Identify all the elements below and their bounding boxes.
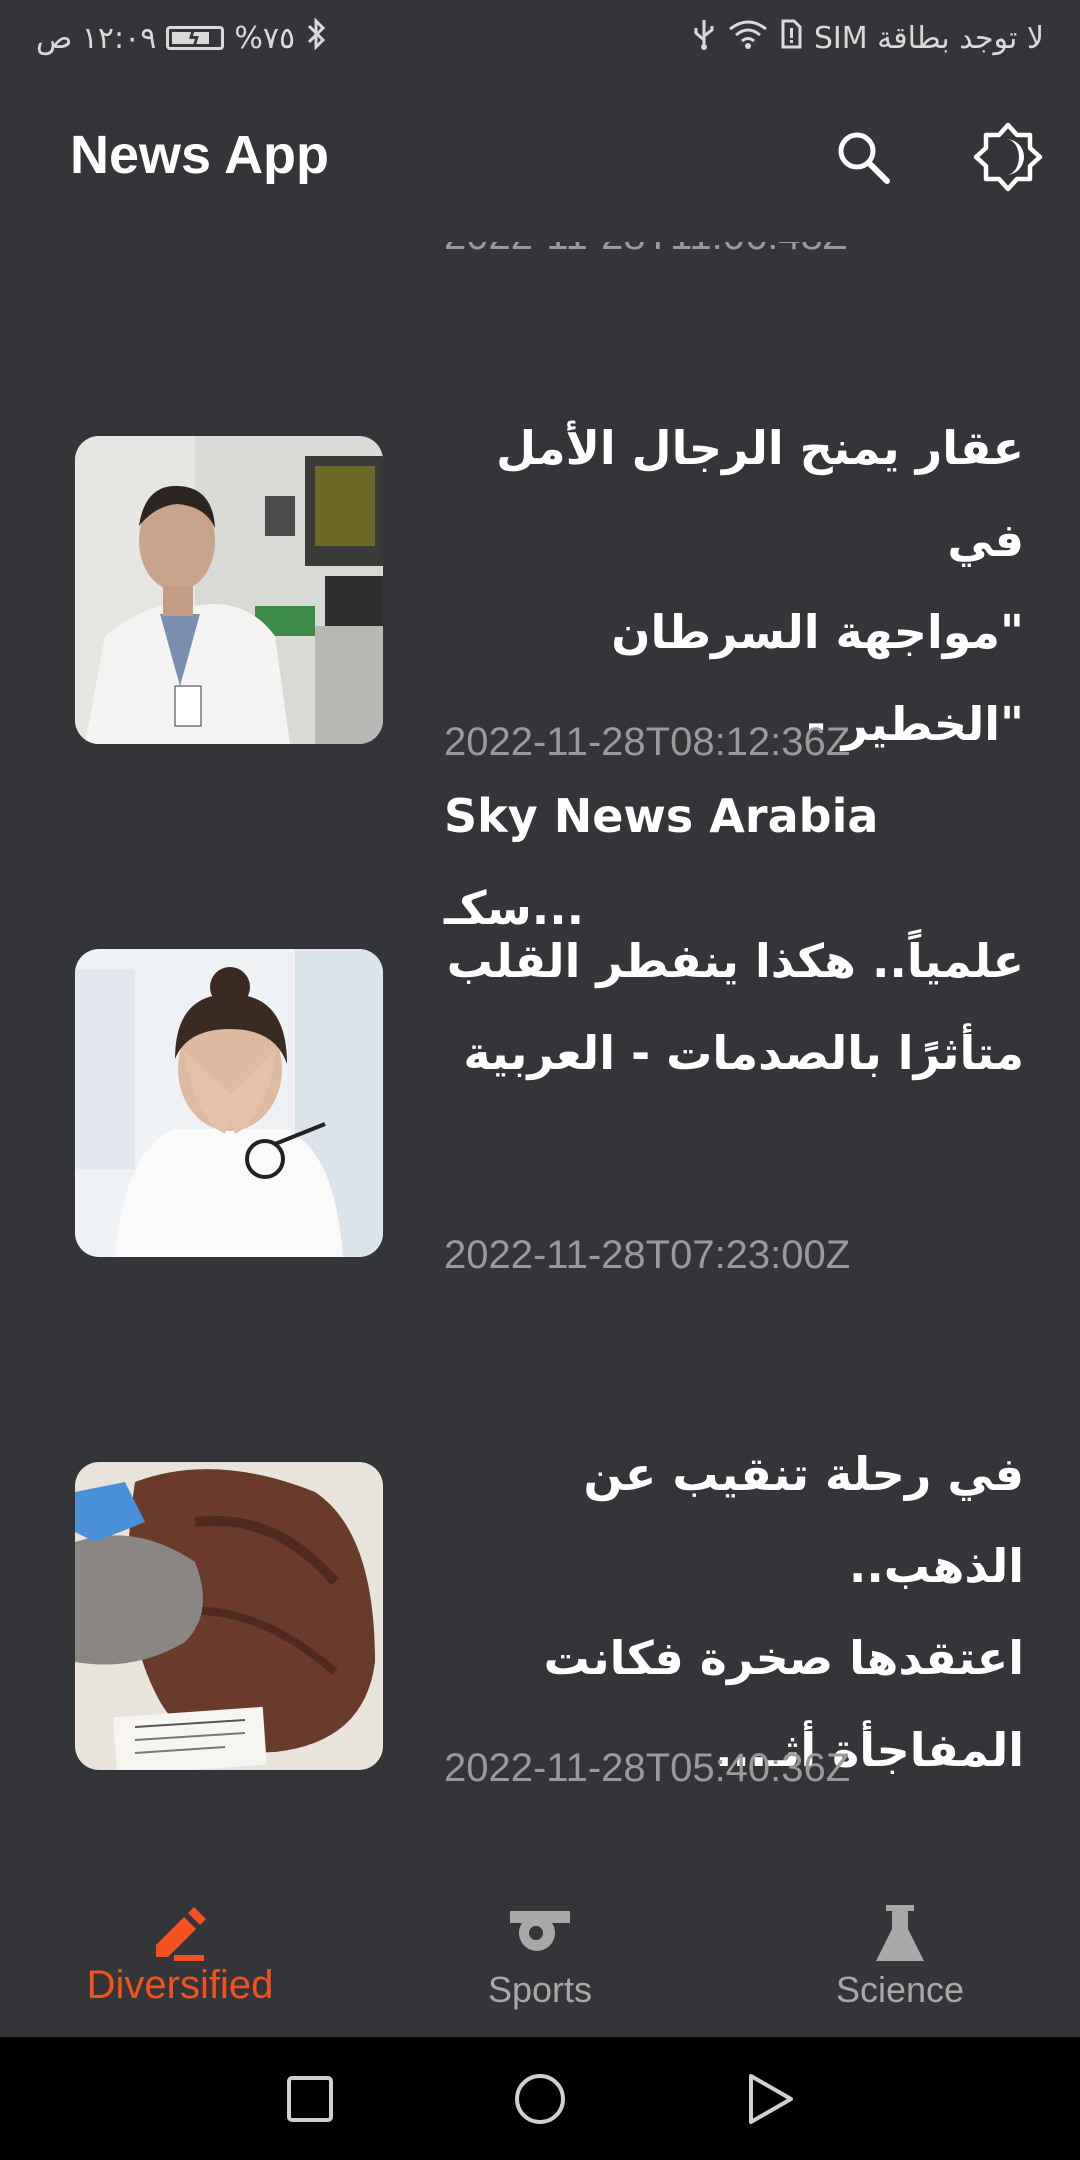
- nav-label: Sports: [487, 1969, 593, 2010]
- wifi-icon: [728, 19, 768, 57]
- bluetooth-icon: [305, 17, 327, 58]
- sim-status-text: لا توجد بطاقة SIM: [813, 20, 1044, 56]
- headline-line: متأثرًا بالصدمات - العربية: [463, 1026, 1024, 1080]
- search-button[interactable]: [818, 112, 908, 202]
- whistle-icon: [360, 1905, 720, 1955]
- sim-alert-icon: [780, 19, 802, 57]
- headline-line: اعتقدها صخرة فكانت: [543, 1631, 1024, 1685]
- article-date: 2022-11-28T08:12:36Z: [444, 720, 851, 764]
- article-thumbnail: [75, 1462, 383, 1770]
- search-icon: [838, 132, 890, 184]
- usb-icon: [692, 18, 716, 58]
- home-button[interactable]: [508, 2067, 572, 2131]
- nav-item-science[interactable]: Science: [720, 1857, 1080, 2037]
- battery-percent: %٧٥: [234, 20, 296, 56]
- article-date: 2022-11-28T11:06:48Z: [444, 242, 847, 259]
- article-date: 2022-11-28T07:23:00Z: [444, 1233, 851, 1277]
- article-thumbnail: [75, 436, 383, 744]
- nav-item-diversified[interactable]: Diversified: [0, 1857, 360, 2037]
- article-headline: عقار يمنح الرجال الأمل في "مواجهة السرطا…: [444, 402, 1024, 954]
- triangle-icon: [749, 2074, 793, 2124]
- app-bar: News App: [0, 72, 1080, 242]
- system-navigation-bar: [0, 2037, 1080, 2160]
- theme-toggle-button[interactable]: [963, 112, 1053, 202]
- back-button[interactable]: [738, 2067, 802, 2131]
- status-bar: ١٢:٠٩ ص ϟ %٧٥ لا توجد بطاقة SIM: [0, 0, 1080, 72]
- nav-label: Diversified: [86, 1963, 274, 2007]
- brightness-icon: [973, 122, 1043, 192]
- bottom-navigation: Diversified Sports Science: [0, 1857, 1080, 2037]
- news-app-screen: ١٢:٠٩ ص ϟ %٧٥ لا توجد بطاقة SIM News App: [0, 0, 1080, 2160]
- article-headline: في رحلة تنقيب عن الذهب.. اعتقدها صخرة فك…: [444, 1428, 1024, 1796]
- status-left: ١٢:٠٩ ص ϟ %٧٥: [36, 17, 327, 58]
- app-title: News App: [70, 125, 330, 185]
- nav-label: Science: [835, 1969, 965, 2010]
- headline-line: علمياً.. هكذا ينفطر القلب: [446, 934, 1024, 988]
- flask-icon: [720, 1905, 1080, 1965]
- square-icon: [287, 2076, 333, 2122]
- news-feed[interactable]: 2022-11-28T11:06:48Z: [0, 242, 1080, 1857]
- article-card[interactable]: علمياً.. هكذا ينفطر القلب متأثرًا بالصدم…: [0, 915, 1080, 1335]
- article-thumbnail: [75, 949, 383, 1257]
- article-date: 2022-11-28T05:40:36Z: [444, 1746, 851, 1790]
- headline-line: في رحلة تنقيب عن الذهب..: [583, 1447, 1024, 1593]
- article-headline: علمياً.. هكذا ينفطر القلب متأثرًا بالصدم…: [444, 915, 1024, 1099]
- status-right: لا توجد بطاقة SIM: [692, 18, 1044, 58]
- pencil-icon: [0, 1905, 360, 1965]
- circle-icon: [515, 2074, 565, 2124]
- battery-icon: ϟ: [166, 26, 225, 50]
- status-time: ١٢:٠٩ ص: [36, 20, 157, 56]
- article-card[interactable]: عقار يمنح الرجال الأمل في "مواجهة السرطا…: [0, 402, 1080, 935]
- headline-line: عقار يمنح الرجال الأمل في: [496, 421, 1024, 567]
- article-card[interactable]: في رحلة تنقيب عن الذهب.. اعتقدها صخرة فك…: [0, 1428, 1080, 1848]
- recent-apps-button[interactable]: [278, 2067, 342, 2131]
- nav-item-sports[interactable]: Sports: [360, 1857, 720, 2037]
